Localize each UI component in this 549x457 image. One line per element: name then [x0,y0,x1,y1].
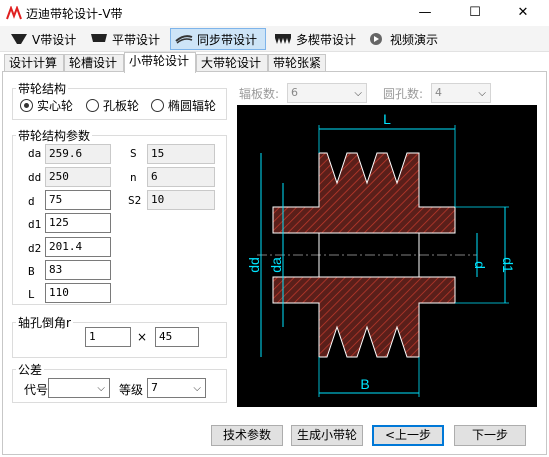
param-input-S: 15 [147,144,215,164]
param-input-n: 6 [147,167,215,187]
param-input-S2: 10 [147,190,215,210]
param-label-d: d [28,195,35,208]
maximize-button[interactable]: ☐ [452,0,498,26]
toolbar-label: V带设计 [32,32,77,47]
param-input-L[interactable]: 110 [45,283,111,303]
param-label-B: B [28,265,35,278]
dim-da-text: da [268,257,284,273]
pulley-drawing: L B dd da d d1 [237,105,537,407]
radio-dot [86,99,99,112]
param-label-d2: d2 [28,242,42,255]
hole-count-select: 4 ⌵ [431,83,491,103]
v-belt-icon [11,34,27,44]
pulley-bottom-section [272,276,456,358]
param-input-d1[interactable]: 125 [45,213,111,233]
spoke-count-select: 6 ⌵ [287,83,367,103]
chamfer-radius-input[interactable]: 1 [85,327,131,347]
main-toolbar: V带设计 平带设计 同步带设计 多楔带设计 视频演示 [0,26,549,52]
chamfer-group-title: 轴孔倒角r [16,314,73,331]
window-title: 迈迪带轮设计-V带 [26,7,123,21]
select-value: 6 [291,86,298,99]
chevron-down-icon: ⌵ [97,383,105,394]
minimize-button[interactable]: — [402,0,448,26]
video-demo-button[interactable]: 视频演示 [364,28,444,50]
web-wheel-radio[interactable]: 孔板轮 [86,97,139,114]
param-input-d2[interactable]: 201.4 [45,237,111,257]
radio-label: 孔板轮 [103,99,140,113]
structure-group-title: 带轮结构 [16,80,69,97]
param-label-da: da [28,147,42,160]
toolbar-label: 视频演示 [390,32,439,47]
toolbar-label: 多楔带设计 [296,32,357,47]
dim-d-text: d [472,261,488,269]
radio-label: 实心轮 [37,99,74,113]
param-label-S: S [130,147,137,160]
param-label-d1: d1 [28,218,42,231]
tab-groove-design[interactable]: 轮槽设计 [64,54,124,72]
param-input-da: 259.6 [45,144,111,164]
pulley-drawing-svg: L B dd da d d1 [246,111,516,397]
radio-dot [20,99,33,112]
spoke-count-label: 辐板数: [239,87,280,101]
app-logo-icon [6,6,22,20]
param-input-B[interactable]: 83 [45,260,111,280]
tolerance-code-label: 代号 [24,383,49,397]
title-bar: 迈迪带轮设计-V带 — ☐ ✕ [0,0,549,26]
solid-wheel-radio[interactable]: 实心轮 [20,97,73,114]
close-button[interactable]: ✕ [500,0,546,26]
timing-belt-icon [175,35,193,44]
elliptic-spoke-radio[interactable]: 椭圆辐轮 [151,97,216,114]
poly-v-belt-design-button[interactable]: 多楔带设计 [270,28,356,50]
next-step-button[interactable]: 下一步 [454,425,526,446]
toolbar-label: 平带设计 [112,32,161,47]
timing-belt-design-button[interactable]: 同步带设计 [170,28,266,50]
chamfer-angle-input[interactable]: 45 [155,327,199,347]
dim-d1-text: d1 [500,257,516,273]
param-input-d[interactable]: 75 [45,190,111,210]
param-label-S2: S2 [128,194,142,207]
param-label-L: L [28,288,35,301]
radio-label: 椭圆辐轮 [168,99,217,113]
chevron-down-icon: ⌵ [354,88,362,99]
dim-L-text: L [383,111,391,127]
param-label-n: n [130,171,137,184]
flat-belt-icon [91,34,107,42]
dim-B-text: B [360,376,369,392]
tab-small-pulley[interactable]: 小带轮设计 [124,52,196,73]
chevron-down-icon: ⌵ [478,88,486,99]
tolerance-grade-select[interactable]: 7 ⌵ [147,378,206,398]
pulley-top-section [272,152,456,234]
tech-params-button[interactable]: 技术参数 [211,425,283,446]
params-group-title: 带轮结构参数 [16,127,93,144]
radio-dot [151,99,164,112]
v-belt-design-button[interactable]: V带设计 [6,28,82,50]
tolerance-group-title: 公差 [16,361,45,378]
flat-belt-design-button[interactable]: 平带设计 [86,28,166,50]
times-sign: × [137,330,148,344]
previous-step-button[interactable]: <上一步 [372,425,444,446]
select-value: 7 [151,381,158,394]
toolbar-label: 同步带设计 [197,32,258,47]
tolerance-grade-label: 等级 [119,383,144,397]
poly-v-belt-icon [275,34,291,44]
tab-pulley-tension[interactable]: 带轮张紧 [268,54,326,72]
select-value: 4 [435,86,442,99]
generate-small-pulley-button[interactable]: 生成小带轮 [291,425,363,446]
chevron-down-icon: ⌵ [193,383,201,394]
tab-strip: 设计计算 轮槽设计 小带轮设计 大带轮设计 带轮张紧 [0,52,549,73]
video-icon [370,33,382,45]
dim-dd-text: dd [246,257,262,273]
tab-design-calc[interactable]: 设计计算 [4,54,64,72]
tab-large-pulley[interactable]: 大带轮设计 [196,54,268,72]
param-label-dd: dd [28,171,42,184]
param-input-dd: 250 [45,167,111,187]
tolerance-code-select[interactable]: ⌵ [48,378,110,398]
hole-count-label: 圆孔数: [383,87,424,101]
